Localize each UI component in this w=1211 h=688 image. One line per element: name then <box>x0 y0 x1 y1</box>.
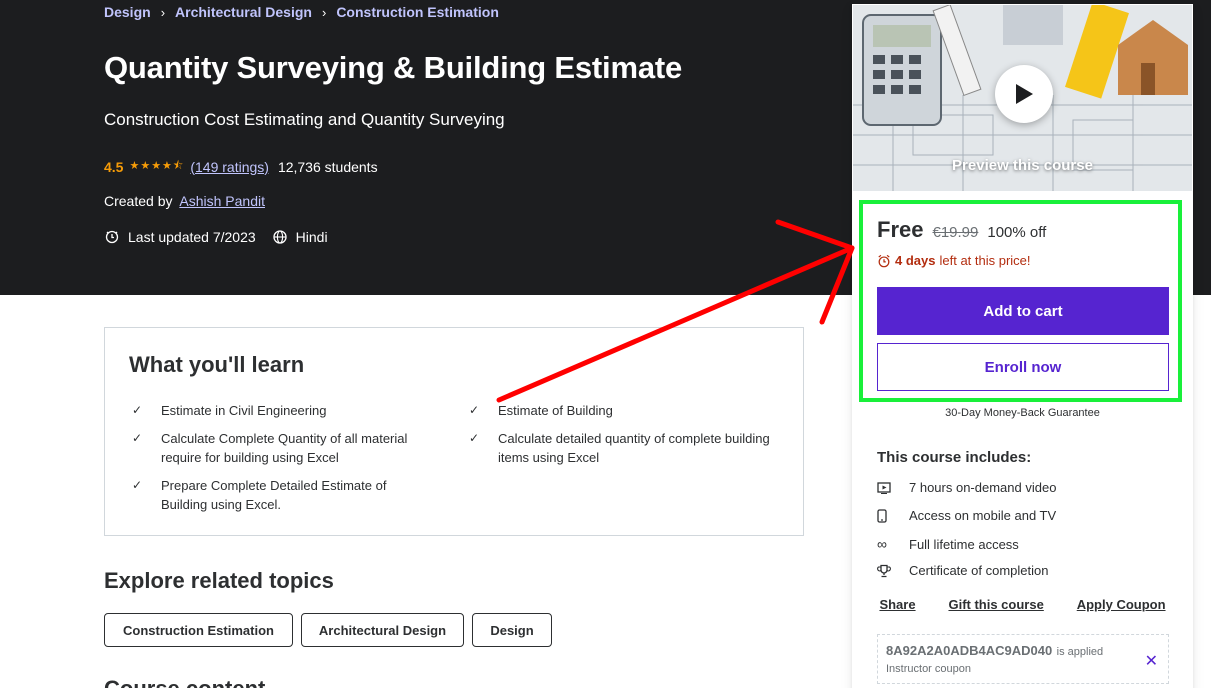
rating-value: 4.5 <box>104 158 124 175</box>
include-item: 7 hours on-demand video <box>877 480 1056 495</box>
gift-course-link[interactable]: Gift this course <box>948 597 1043 612</box>
course-preview[interactable]: Preview this course <box>853 5 1192 191</box>
language: Hindi <box>272 229 328 245</box>
applied-coupon: 8A92A2A0ADB4AC9AD040 is applied Instruct… <box>877 634 1169 684</box>
learn-item: ✓ Prepare Complete Detailed Estimate of … <box>129 476 421 514</box>
learn-item-text: Prepare Complete Detailed Estimate of Bu… <box>161 478 387 512</box>
what-youll-learn: What you'll learn ✓ Estimate in Civil En… <box>104 327 804 536</box>
course-meta: Last updated 7/2023 Hindi <box>104 229 328 245</box>
breadcrumb: Design › Architectural Design › Construc… <box>104 4 499 20</box>
play-button[interactable] <box>995 65 1053 123</box>
check-icon: ✓ <box>469 431 480 445</box>
breadcrumb-item-design[interactable]: Design <box>104 4 151 20</box>
learn-item-text: Calculate Complete Quantity of all mater… <box>161 431 408 465</box>
coupon-type: Instructor coupon <box>886 663 971 675</box>
learn-item: ✓ Estimate of Building <box>466 401 788 420</box>
author-link[interactable]: Ashish Pandit <box>179 193 265 209</box>
include-text: Certificate of completion <box>909 563 1049 578</box>
globe-icon <box>273 230 287 244</box>
include-text: Access on mobile and TV <box>909 508 1057 523</box>
include-text: 7 hours on-demand video <box>909 480 1057 495</box>
learn-item: ✓ Estimate in Civil Engineering <box>129 401 451 420</box>
learn-item-text: Calculate detailed quantity of complete … <box>498 431 770 465</box>
learn-item-text: Estimate in Civil Engineering <box>161 403 327 418</box>
learn-item: ✓ Calculate detailed quantity of complet… <box>466 429 788 467</box>
course-content-heading: Course content <box>104 676 265 688</box>
video-icon <box>877 481 909 494</box>
alert-clock-icon <box>105 230 119 244</box>
chevron-right-icon: › <box>160 4 166 20</box>
include-item: Access on mobile and TV <box>877 508 1056 523</box>
course-subtitle: Construction Cost Estimating and Quantit… <box>104 110 505 129</box>
check-icon: ✓ <box>132 431 143 445</box>
rating-row: 4.5 ★★★★⯪ (149 ratings) 12,736 students <box>104 157 378 176</box>
check-icon: ✓ <box>469 403 480 417</box>
infinity-icon: ∞ <box>877 536 887 552</box>
learn-item: ✓ Calculate Complete Quantity of all mat… <box>129 429 451 467</box>
language-label: Hindi <box>295 229 328 245</box>
trophy-icon <box>877 564 909 578</box>
money-back-guarantee: 30-Day Money-Back Guarantee <box>945 407 1100 419</box>
includes-heading: This course includes: <box>877 449 1032 466</box>
breadcrumb-item-architectural-design[interactable]: Architectural Design <box>175 4 312 20</box>
topic-construction-estimation[interactable]: Construction Estimation <box>104 613 293 647</box>
topic-design[interactable]: Design <box>472 613 552 647</box>
check-icon: ✓ <box>132 403 143 417</box>
include-item: Certificate of completion <box>877 563 1048 578</box>
star-rating-icon: ★★★★⯪ <box>129 160 185 172</box>
explore-heading: Explore related topics <box>104 568 334 593</box>
card-links: Share Gift this course Apply Coupon <box>853 597 1192 612</box>
apply-coupon-link[interactable]: Apply Coupon <box>1077 597 1166 612</box>
topic-architectural-design[interactable]: Architectural Design <box>301 613 464 647</box>
breadcrumb-item-construction-estimation[interactable]: Construction Estimation <box>336 4 499 20</box>
learn-item-text: Estimate of Building <box>498 403 613 418</box>
course-title: Quantity Surveying & Building Estimate <box>104 50 683 85</box>
play-icon <box>1016 84 1033 104</box>
created-by: Created by Ashish Pandit <box>104 193 265 209</box>
learn-heading: What you'll learn <box>129 352 305 377</box>
check-icon: ✓ <box>132 478 143 492</box>
coupon-code: 8A92A2A0ADB4AC9AD040 <box>886 643 1053 658</box>
last-updated: Last updated 7/2023 <box>128 229 256 245</box>
annotation-highlight-box <box>859 200 1182 402</box>
remove-coupon-icon[interactable]: ✕ <box>1145 651 1158 671</box>
mobile-icon <box>877 508 909 523</box>
ratings-count-link[interactable]: (149 ratings) <box>190 159 269 175</box>
students-count: 12,736 students <box>277 158 378 175</box>
include-item: ∞ Full lifetime access <box>877 536 1019 552</box>
include-text: Full lifetime access <box>909 536 1019 552</box>
created-by-label: Created by <box>104 193 173 209</box>
share-link[interactable]: Share <box>879 597 915 612</box>
chevron-right-icon: › <box>321 4 327 20</box>
coupon-applied-text: is applied <box>1056 646 1104 658</box>
preview-label[interactable]: Preview this course <box>853 157 1192 174</box>
